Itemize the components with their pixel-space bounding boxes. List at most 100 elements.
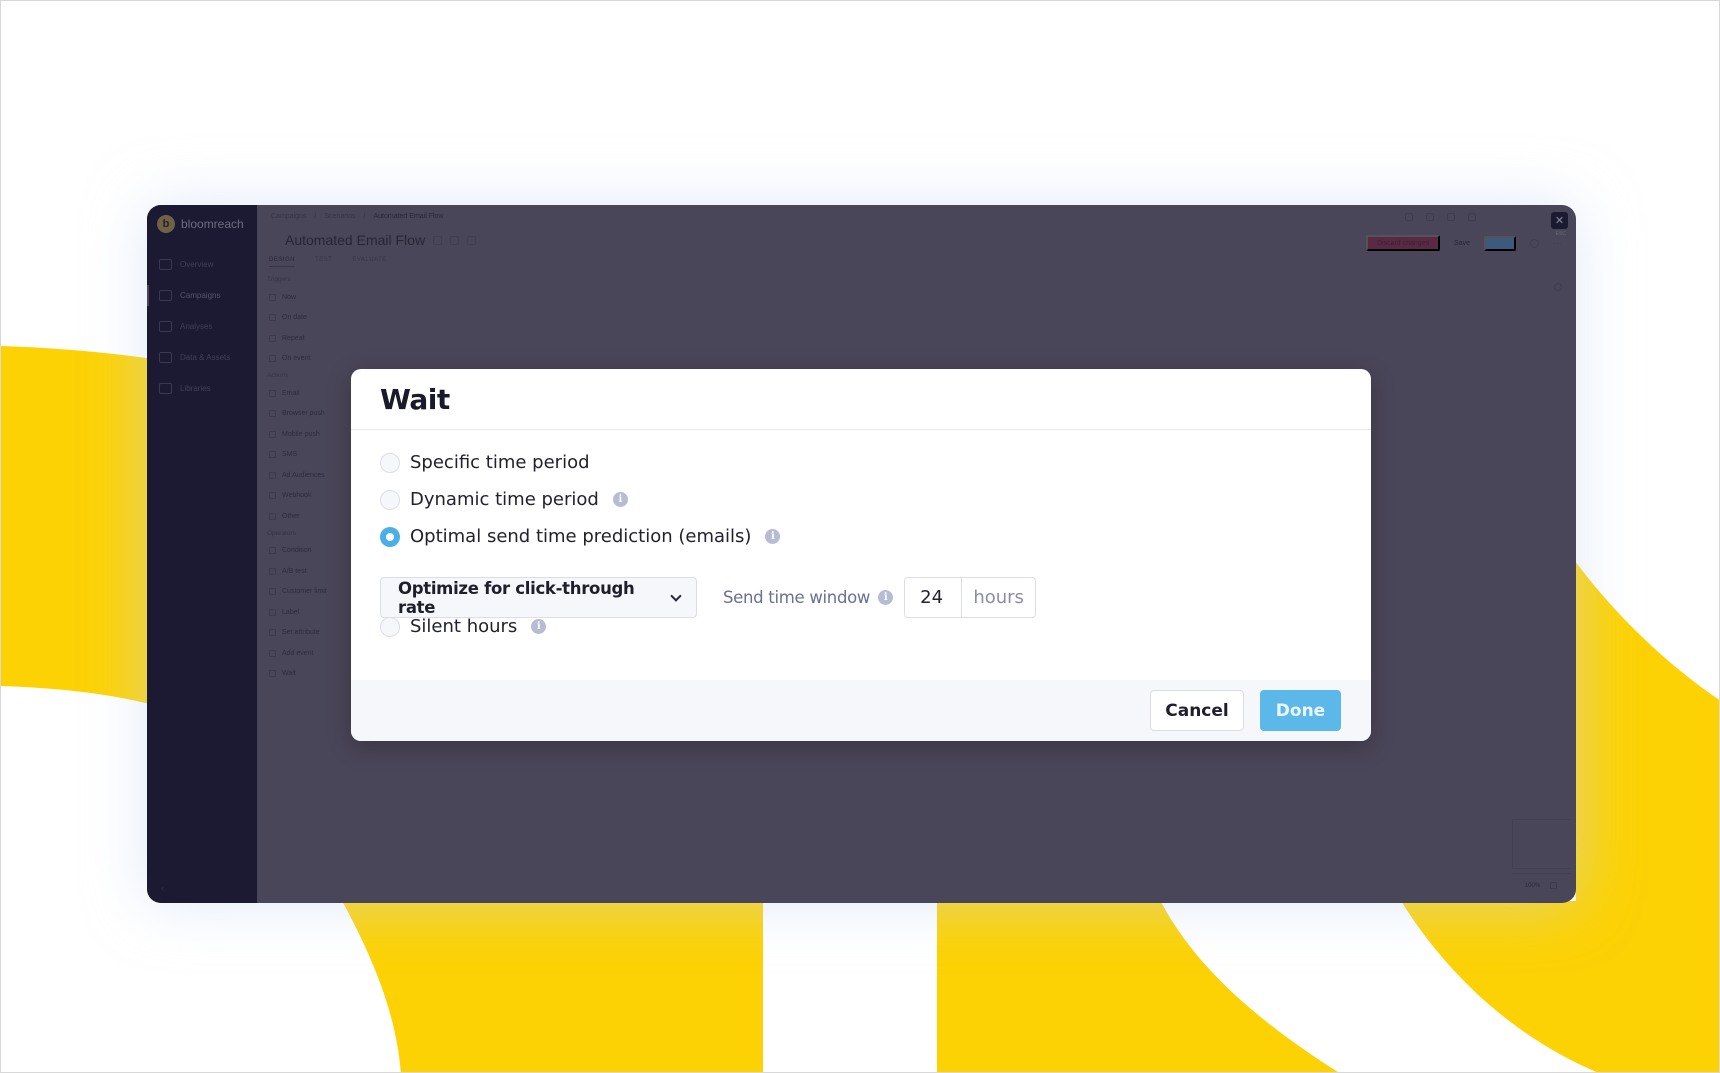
palette-item-label: Now <box>282 293 297 301</box>
zoom-level[interactable]: 100% <box>1525 883 1540 889</box>
search-icon[interactable] <box>1405 213 1413 221</box>
palette-item[interactable]: Browser push <box>267 404 347 425</box>
node-icon <box>269 451 276 459</box>
palette-item-label: SMS <box>282 451 298 459</box>
collapse-sidebar-button[interactable]: ‹ <box>161 883 164 893</box>
send-time-window-input[interactable] <box>905 578 963 617</box>
palette-item[interactable]: Other <box>267 506 347 527</box>
close-editor-button[interactable]: ✕ <box>1551 212 1568 229</box>
palette-item-label: Mobile push <box>282 430 320 438</box>
sidebar-item-label: Campaigns <box>180 291 221 300</box>
discard-changes-button[interactable]: Discard changes <box>1366 235 1441 251</box>
clock-icon[interactable] <box>1530 238 1539 248</box>
palette-item[interactable]: A/B test <box>267 561 347 582</box>
palette-item[interactable]: Label <box>267 602 347 623</box>
sidebar-item-data-assets[interactable]: Data & Assets <box>147 342 257 373</box>
palette-item[interactable]: Add event <box>267 643 347 664</box>
sidebar-item-label: Libraries <box>180 384 211 393</box>
palette-item[interactable]: Wait <box>267 664 347 685</box>
palette-item[interactable]: Webhook <box>267 486 347 507</box>
node-icon <box>269 567 276 575</box>
option-label: Dynamic time period <box>410 489 599 510</box>
optimize-for-select[interactable]: Optimize for click-through rate <box>380 577 697 618</box>
palette-item-label: Customer limit <box>282 588 327 596</box>
info-icon[interactable]: i <box>878 590 894 605</box>
node-icon <box>269 471 276 479</box>
editor-tabs: DESIGN TEST EVALUATE <box>269 257 387 267</box>
refresh-icon[interactable] <box>467 235 477 245</box>
node-icon <box>269 608 276 616</box>
palette-item[interactable]: Now <box>267 287 347 308</box>
dialog-title: Wait <box>380 382 450 416</box>
node-palette: Triggers Now On date Repeat On event Actions E… <box>267 273 347 684</box>
palette-item[interactable]: On event <box>267 349 347 370</box>
notification-icon[interactable] <box>1447 213 1455 221</box>
palette-item-label: Add event <box>282 649 314 657</box>
node-icon <box>269 588 276 596</box>
palette-item-label: Label <box>282 608 300 616</box>
palette-item[interactable]: Repeat <box>267 328 347 349</box>
fit-view-icon[interactable] <box>1550 882 1558 889</box>
palette-item-label: Email <box>282 389 300 397</box>
option-silent-hours[interactable]: Silent hours i <box>380 616 547 637</box>
breadcrumb: Campaigns / Scenarios / Automated Email … <box>271 213 444 220</box>
send-time-window-text: Send time window <box>723 588 871 607</box>
cancel-button[interactable]: Cancel <box>1150 690 1244 731</box>
tab-design[interactable]: DESIGN <box>269 257 296 267</box>
palette-section-heading: Triggers <box>267 276 291 283</box>
done-button[interactable]: Done <box>1260 690 1341 731</box>
save-button[interactable]: Save <box>1454 240 1470 247</box>
radio-button[interactable] <box>380 452 400 473</box>
canvas-search-icon[interactable] <box>1554 283 1562 291</box>
sidebar-item-campaigns[interactable]: Campaigns <box>147 280 257 311</box>
node-icon <box>269 629 276 637</box>
option-specific-time-period[interactable]: Specific time period <box>380 452 590 473</box>
database-icon <box>159 352 172 363</box>
palette-item[interactable]: Customer limit <box>267 582 347 603</box>
sidebar-item-libraries[interactable]: Libraries <box>147 373 257 404</box>
node-icon <box>269 649 276 657</box>
sidebar: b bloomreach Overview Campaigns Analyses <box>147 205 257 903</box>
palette-item[interactable]: Mobile push <box>267 424 347 445</box>
folder-icon[interactable] <box>450 235 460 245</box>
palette-item-label: On event <box>282 355 311 363</box>
sidebar-item-label: Data & Assets <box>180 353 231 362</box>
more-options-icon[interactable]: ··· <box>1553 238 1562 248</box>
sidebar-item-analyses[interactable]: Analyses <box>147 311 257 342</box>
palette-item[interactable]: On date <box>267 308 347 329</box>
dialog-footer: Cancel Done <box>351 680 1371 741</box>
grid-icon[interactable] <box>1426 213 1434 221</box>
sidebar-item-overview[interactable]: Overview <box>147 249 257 280</box>
canvas-minimap[interactable] <box>1512 819 1570 869</box>
header-actions: Discard changes Save Start ··· <box>1366 235 1562 251</box>
palette-item[interactable]: Ad Audiences <box>267 465 347 486</box>
tab-test[interactable]: TEST <box>315 257 332 267</box>
node-icon <box>269 410 276 418</box>
edit-icon[interactable] <box>433 235 443 245</box>
option-optimal-send-time[interactable]: Optimal send time prediction (emails) i <box>380 526 781 547</box>
palette-item[interactable]: Condition <box>267 541 347 562</box>
radio-button-selected[interactable] <box>380 526 400 547</box>
help-icon[interactable] <box>1468 213 1476 221</box>
radio-button[interactable] <box>380 489 400 510</box>
brand-logo[interactable]: b bloomreach <box>157 215 244 233</box>
info-icon[interactable]: i <box>612 492 628 507</box>
breadcrumb-item[interactable]: Campaigns <box>271 213 306 220</box>
wait-dialog: Wait Specific time period Dynamic time p… <box>351 369 1371 741</box>
zoom-controls: 100% <box>1512 873 1570 897</box>
radio-button[interactable] <box>380 616 400 637</box>
info-icon[interactable]: i <box>765 529 781 544</box>
node-icon <box>269 430 276 438</box>
option-dynamic-time-period[interactable]: Dynamic time period i <box>380 489 628 510</box>
palette-item[interactable]: Set attribute <box>267 623 347 644</box>
palette-item[interactable]: Email <box>267 383 347 404</box>
folder-icon <box>159 383 172 394</box>
palette-item[interactable]: SMS <box>267 445 347 466</box>
start-button[interactable]: Start <box>1484 235 1516 251</box>
node-icon <box>269 512 276 520</box>
palette-item-label: Wait <box>282 670 296 678</box>
tab-evaluate[interactable]: EVALUATE <box>352 257 386 267</box>
info-icon[interactable]: i <box>531 619 547 634</box>
breadcrumb-separator: / <box>363 213 366 220</box>
breadcrumb-item[interactable]: Scenarios <box>324 213 355 220</box>
